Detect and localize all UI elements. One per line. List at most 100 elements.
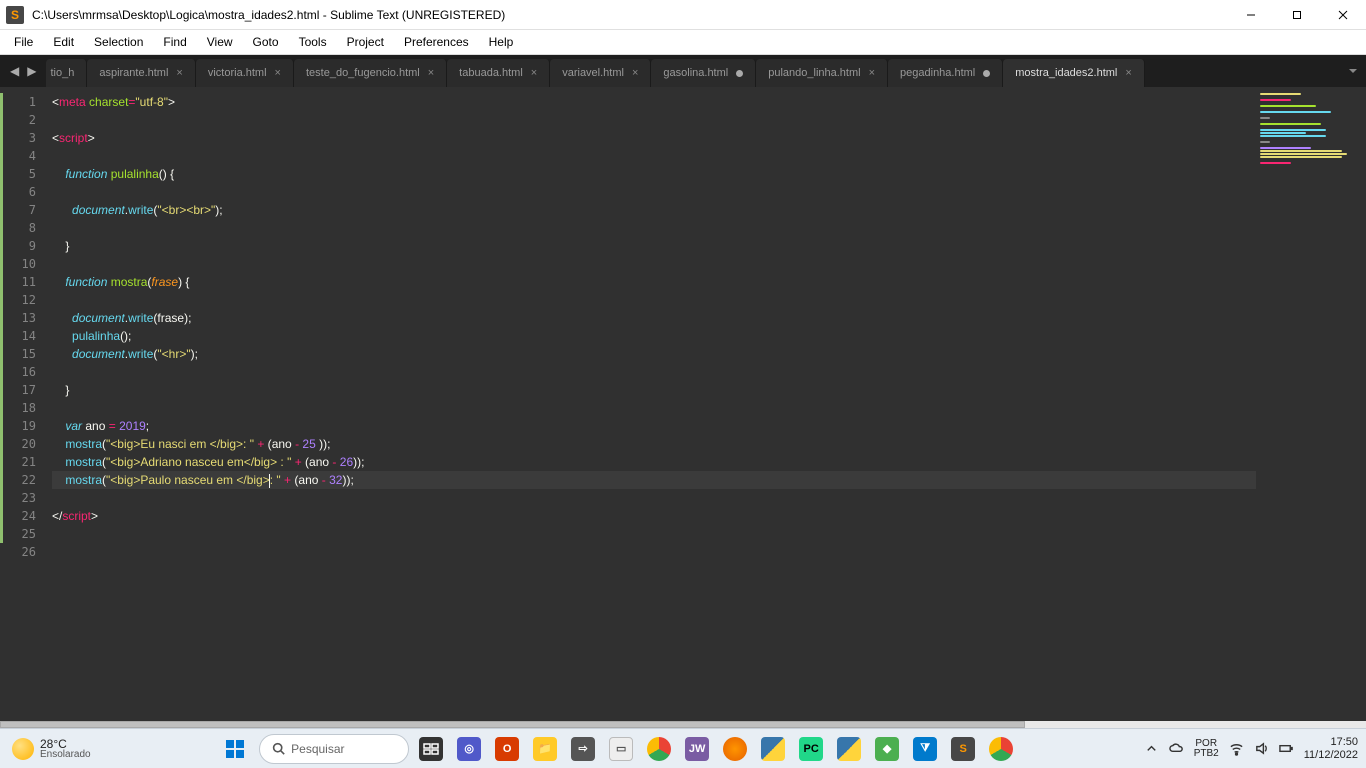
language-indicator[interactable]: POR PTB2 xyxy=(1194,739,1219,759)
line-number: 13 xyxy=(0,309,52,327)
tab-variavel-html[interactable]: variavel.html× xyxy=(550,59,651,87)
code-line[interactable] xyxy=(52,399,1256,417)
code-line[interactable] xyxy=(52,219,1256,237)
maximize-button[interactable] xyxy=(1274,0,1320,30)
code-line[interactable] xyxy=(52,291,1256,309)
menu-view[interactable]: View xyxy=(197,32,243,52)
tab-teste_do_fugencio-html[interactable]: teste_do_fugencio.html × xyxy=(294,59,447,87)
menu-edit[interactable]: Edit xyxy=(43,32,84,52)
taskbar-app-jw[interactable]: JW xyxy=(681,733,713,765)
taskbar-app-office[interactable]: O xyxy=(491,733,523,765)
taskbar-app-chrome[interactable] xyxy=(643,733,675,765)
taskbar-app-doc[interactable]: ▭ xyxy=(605,733,637,765)
taskbar-app-python1[interactable] xyxy=(757,733,789,765)
tab-aspirante-html[interactable]: aspirante.html× xyxy=(87,59,196,87)
close-button[interactable] xyxy=(1320,0,1366,30)
start-button[interactable] xyxy=(217,733,253,765)
code-line[interactable]: document.write(frase); xyxy=(52,309,1256,327)
code-line[interactable] xyxy=(52,183,1256,201)
task-view-button[interactable] xyxy=(415,733,447,765)
code-line[interactable]: mostra("<big>Adriano nasceu em</big> : "… xyxy=(52,453,1256,471)
tab-pulando_linha-html[interactable]: pulando_linha.html× xyxy=(756,59,888,87)
menu-selection[interactable]: Selection xyxy=(84,32,153,52)
taskbar-app-firefox[interactable] xyxy=(719,733,751,765)
line-number: 20 xyxy=(0,435,52,453)
tab-truncated[interactable]: tio_h xyxy=(46,59,87,87)
code-line[interactable]: function mostra(frase) { xyxy=(52,273,1256,291)
tab-tabuada-html[interactable]: tabuada.html× xyxy=(447,59,550,87)
code-line[interactable] xyxy=(52,525,1256,543)
menu-tools[interactable]: Tools xyxy=(289,32,337,52)
code-line[interactable] xyxy=(52,489,1256,507)
tab-close-icon[interactable]: × xyxy=(1125,67,1131,79)
scrollbar-thumb[interactable] xyxy=(0,721,1025,728)
code-line[interactable]: document.write("<br><br>"); xyxy=(52,201,1256,219)
tab-victoria-html[interactable]: victoria.html × xyxy=(196,59,294,87)
taskbar-app-python2[interactable] xyxy=(833,733,865,765)
code-line[interactable] xyxy=(52,363,1256,381)
taskbar-app-cube[interactable]: ◆ xyxy=(871,733,903,765)
tab-label: victoria.html xyxy=(208,67,267,79)
code-line[interactable]: mostra("<big>Eu nasci em </big>: " + (an… xyxy=(52,435,1256,453)
tab-close-icon[interactable]: × xyxy=(428,67,434,79)
taskbar-app-sublime[interactable]: S xyxy=(947,733,979,765)
windows-taskbar: 28°C Ensolarado Pesquisar ◎ O 📁 ⇨ ▭ JW P… xyxy=(0,728,1366,768)
tab-label: mostra_idades2.html xyxy=(1015,67,1117,79)
tab-label: teste_do_fugencio.html xyxy=(306,67,420,79)
tab-overflow-button[interactable] xyxy=(1340,55,1366,87)
tray-chevron-icon[interactable] xyxy=(1144,741,1159,756)
tab-close-icon[interactable]: × xyxy=(869,67,875,79)
tab-close-icon[interactable]: × xyxy=(176,67,182,79)
code-line[interactable]: mostra("<big>Paulo nasceu em </big>: " +… xyxy=(52,471,1256,489)
taskbar-search[interactable]: Pesquisar xyxy=(259,734,409,764)
tray-onedrive-icon[interactable] xyxy=(1169,741,1184,756)
line-number: 14 xyxy=(0,327,52,345)
code-line[interactable]: function pulalinha() { xyxy=(52,165,1256,183)
tab-close-icon[interactable]: × xyxy=(531,67,537,79)
tab-mostra_idades2-html[interactable]: mostra_idades2.html × xyxy=(1003,59,1145,87)
minimize-button[interactable] xyxy=(1228,0,1274,30)
menu-project[interactable]: Project xyxy=(337,32,394,52)
code-line[interactable]: <meta charset="utf-8"> xyxy=(52,93,1256,111)
code-line[interactable] xyxy=(52,147,1256,165)
code-line[interactable]: pulalinha(); xyxy=(52,327,1256,345)
line-number: 5 xyxy=(0,165,52,183)
clock-time: 17:50 xyxy=(1330,736,1358,748)
code-line[interactable]: } xyxy=(52,237,1256,255)
taskbar-app-pycharm[interactable]: PC xyxy=(795,733,827,765)
taskbar-app-chat[interactable]: ◎ xyxy=(453,733,485,765)
menu-bar: File Edit Selection Find View Goto Tools… xyxy=(0,30,1366,55)
menu-help[interactable]: Help xyxy=(479,32,524,52)
taskbar-app-chrome2[interactable] xyxy=(985,733,1017,765)
tab-close-icon[interactable]: × xyxy=(275,67,281,79)
code-line[interactable]: </script> xyxy=(52,507,1256,525)
code-line[interactable] xyxy=(52,543,1256,561)
tray-wifi-icon[interactable] xyxy=(1229,741,1244,756)
tab-gasolina-html[interactable]: gasolina.html xyxy=(651,59,756,87)
tray-volume-icon[interactable] xyxy=(1254,741,1269,756)
code-line[interactable]: var ano = 2019; xyxy=(52,417,1256,435)
minimap[interactable] xyxy=(1256,87,1366,721)
tab-nav-prev-icon[interactable]: ◀ xyxy=(10,64,19,78)
menu-preferences[interactable]: Preferences xyxy=(394,32,479,52)
tab-close-icon[interactable]: × xyxy=(632,67,638,79)
taskbar-clock[interactable]: 17:50 11/12/2022 xyxy=(1304,736,1358,760)
code-line[interactable] xyxy=(52,255,1256,273)
taskbar-app-explorer[interactable]: 📁 xyxy=(529,733,561,765)
tab-pegadinha-html[interactable]: pegadinha.html xyxy=(888,59,1003,87)
code-area[interactable]: <meta charset="utf-8"> <script> function … xyxy=(52,87,1256,721)
taskbar-app-usb[interactable]: ⇨ xyxy=(567,733,599,765)
tray-battery-icon[interactable] xyxy=(1279,741,1294,756)
menu-file[interactable]: File xyxy=(4,32,43,52)
code-line[interactable] xyxy=(52,111,1256,129)
menu-find[interactable]: Find xyxy=(153,32,196,52)
code-line[interactable]: } xyxy=(52,381,1256,399)
horizontal-scrollbar[interactable] xyxy=(0,721,1366,728)
weather-widget[interactable]: 28°C Ensolarado xyxy=(4,738,91,760)
taskbar-app-vscode[interactable]: ⧩ xyxy=(909,733,941,765)
tab-nav-next-icon[interactable]: ▶ xyxy=(27,64,36,78)
code-line[interactable]: document.write("<hr>"); xyxy=(52,345,1256,363)
menu-goto[interactable]: Goto xyxy=(243,32,289,52)
code-line[interactable]: <script> xyxy=(52,129,1256,147)
code-editor[interactable]: 1234567891011121314151617181920212223242… xyxy=(0,87,1366,721)
